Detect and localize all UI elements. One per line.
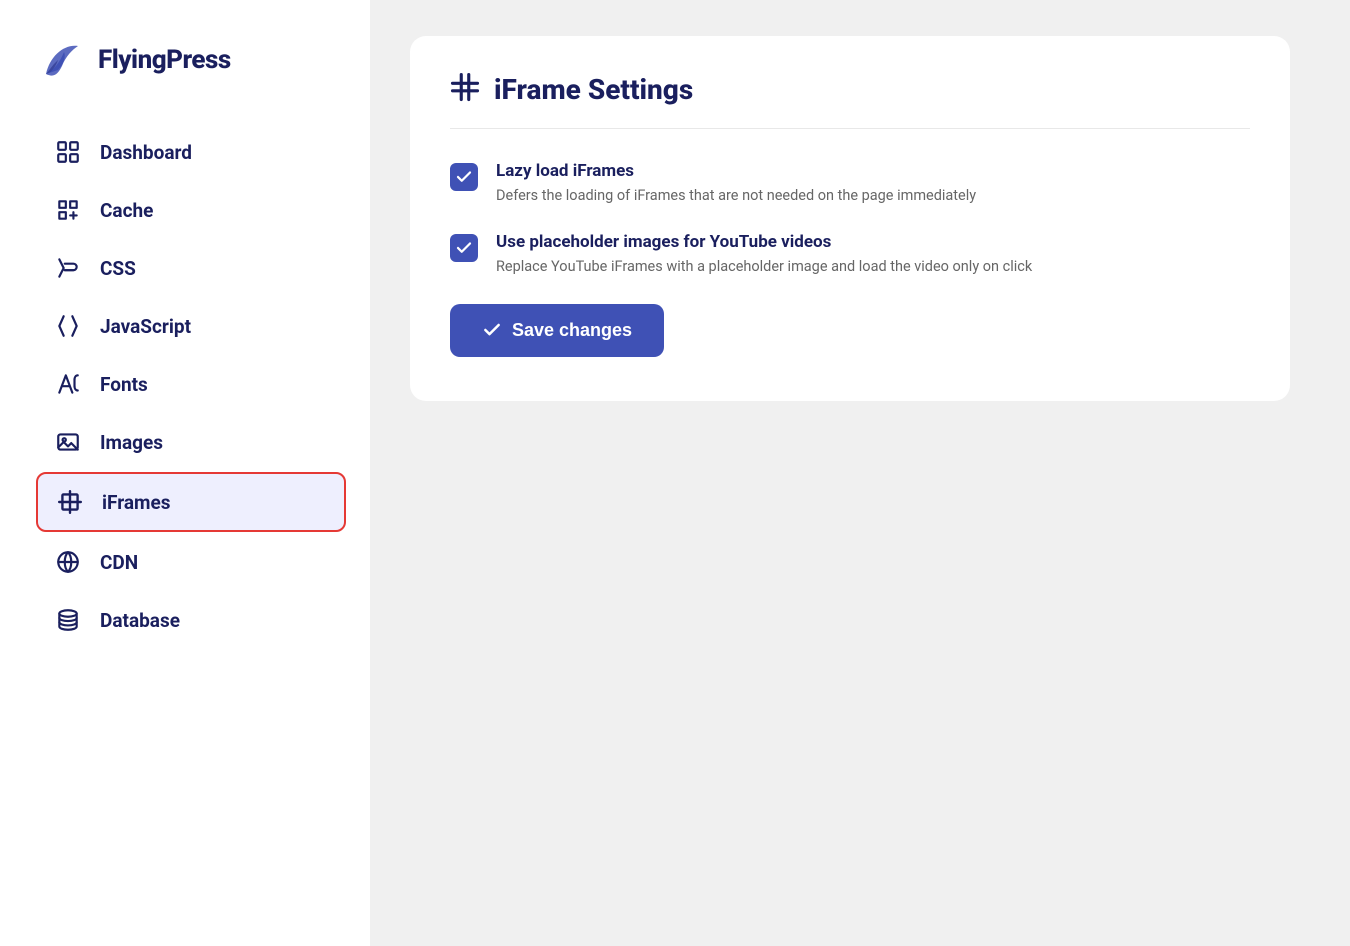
page-title: iFrame Settings xyxy=(494,73,693,106)
images-icon xyxy=(54,428,82,456)
sidebar-item-dashboard[interactable]: Dashboard xyxy=(36,124,346,180)
sidebar-item-fonts-label: Fonts xyxy=(100,373,148,396)
placeholder-images-checkbox[interactable] xyxy=(450,234,478,262)
page-header: iFrame Settings xyxy=(450,72,1250,129)
cache-icon xyxy=(54,196,82,224)
lazy-load-desc: Defers the loading of iFrames that are n… xyxy=(496,186,976,206)
sidebar-item-cdn-label: CDN xyxy=(100,551,138,574)
sidebar-item-css-label: CSS xyxy=(100,257,136,280)
iframes-icon xyxy=(56,488,84,516)
lazy-load-text: Lazy load iFrames Defers the loading of … xyxy=(496,161,976,206)
page-title-icon xyxy=(450,72,480,106)
cdn-icon xyxy=(54,548,82,576)
setting-placeholder-images: Use placeholder images for YouTube video… xyxy=(450,232,1250,277)
sidebar-item-iframes[interactable]: iFrames xyxy=(36,472,346,532)
setting-lazy-load: Lazy load iFrames Defers the loading of … xyxy=(450,161,1250,206)
sidebar-item-fonts[interactable]: Fonts xyxy=(36,356,346,412)
main-content: iFrame Settings Lazy load iFrames Defers… xyxy=(370,0,1350,946)
database-icon xyxy=(54,606,82,634)
placeholder-images-desc: Replace YouTube iFrames with a placehold… xyxy=(496,257,1032,277)
sidebar-nav: Dashboard Cache CSS xyxy=(36,124,346,650)
settings-card: iFrame Settings Lazy load iFrames Defers… xyxy=(410,36,1290,401)
fonts-icon xyxy=(54,370,82,398)
logo-icon xyxy=(36,36,84,84)
sidebar-item-cdn[interactable]: CDN xyxy=(36,534,346,590)
save-changes-button[interactable]: Save changes xyxy=(450,304,664,357)
sidebar-item-images-label: Images xyxy=(100,431,163,454)
logo-area: FlyingPress xyxy=(36,36,346,84)
sidebar-item-images[interactable]: Images xyxy=(36,414,346,470)
sidebar-item-css[interactable]: CSS xyxy=(36,240,346,296)
javascript-icon xyxy=(54,312,82,340)
sidebar: FlyingPress Dashboard xyxy=(0,0,370,946)
save-button-label: Save changes xyxy=(512,320,632,341)
checkmark-icon xyxy=(482,320,502,340)
placeholder-images-text: Use placeholder images for YouTube video… xyxy=(496,232,1032,277)
sidebar-item-iframes-label: iFrames xyxy=(102,491,171,514)
dashboard-icon xyxy=(54,138,82,166)
sidebar-item-database-label: Database xyxy=(100,609,180,632)
css-icon xyxy=(54,254,82,282)
sidebar-item-database[interactable]: Database xyxy=(36,592,346,648)
sidebar-item-javascript-label: JavaScript xyxy=(100,315,191,338)
lazy-load-checkbox[interactable] xyxy=(450,163,478,191)
sidebar-item-javascript[interactable]: JavaScript xyxy=(36,298,346,354)
lazy-load-title: Lazy load iFrames xyxy=(496,161,976,181)
sidebar-item-cache[interactable]: Cache xyxy=(36,182,346,238)
brand-name: FlyingPress xyxy=(98,45,231,75)
placeholder-images-title: Use placeholder images for YouTube video… xyxy=(496,232,1032,252)
sidebar-item-dashboard-label: Dashboard xyxy=(100,141,192,164)
sidebar-item-cache-label: Cache xyxy=(100,199,153,222)
